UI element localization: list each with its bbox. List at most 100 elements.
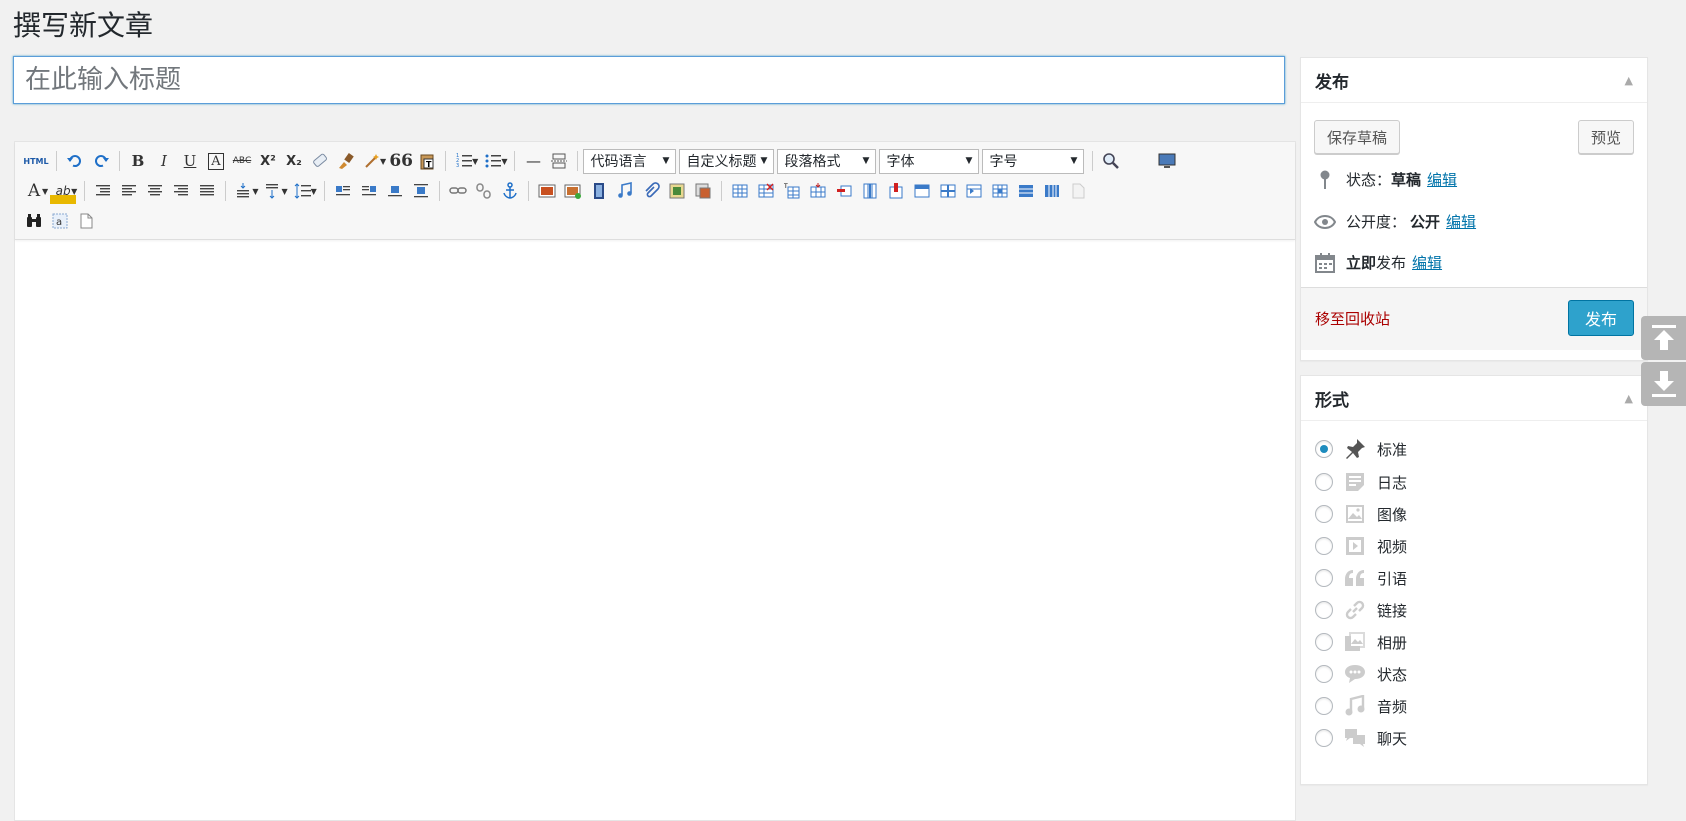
chevron-down-icon[interactable]: ▼ <box>380 157 386 166</box>
align-justify-icon[interactable] <box>194 178 220 204</box>
format-painter-icon[interactable] <box>333 148 359 174</box>
insert-music-icon[interactable] <box>612 178 638 204</box>
superscript-button[interactable]: X² <box>255 148 281 174</box>
save-draft-button[interactable]: 保存草稿 <box>1314 120 1401 154</box>
edit-status-link[interactable]: 编辑 <box>1427 169 1457 190</box>
post-format-option[interactable]: 视频 <box>1315 530 1407 562</box>
delete-table-icon[interactable] <box>753 178 779 204</box>
strikethrough-button[interactable]: ABC <box>229 148 255 174</box>
chevron-down-icon[interactable]: ▼ <box>252 187 258 196</box>
search-replace-icon[interactable] <box>1098 148 1124 174</box>
code-language-select[interactable]: 代码语言 ▼ <box>583 148 677 174</box>
link-icon[interactable] <box>445 178 471 204</box>
font-family-select[interactable]: 字体 ▼ <box>879 148 980 174</box>
paragraph-format-select[interactable]: 段落格式 ▼ <box>777 148 877 174</box>
format-radio[interactable] <box>1315 665 1333 683</box>
align-center-icon[interactable] <box>142 178 168 204</box>
merge-cells-icon[interactable] <box>909 178 935 204</box>
format-radio[interactable] <box>1315 505 1333 523</box>
pin-icon <box>1314 170 1336 190</box>
format-radio[interactable] <box>1315 697 1333 715</box>
indent-left-icon[interactable] <box>90 178 116 204</box>
toolbar-separator <box>84 181 86 201</box>
redo-icon[interactable] <box>88 148 114 174</box>
edit-schedule-link[interactable]: 编辑 <box>1412 252 1442 273</box>
post-format-option[interactable]: 日志 <box>1315 466 1407 498</box>
insert-video-icon[interactable] <box>586 178 612 204</box>
format-radio[interactable] <box>1315 537 1333 555</box>
collapse-toggle-icon[interactable]: ▲ <box>1625 392 1633 405</box>
edit-visibility-link[interactable]: 编辑 <box>1446 211 1476 232</box>
delete-row-icon[interactable] <box>831 178 857 204</box>
format-radio[interactable] <box>1315 729 1333 747</box>
collapse-toggle-icon[interactable]: ▲ <box>1625 74 1633 87</box>
fullscreen-icon[interactable] <box>1154 148 1180 174</box>
italic-button[interactable]: I <box>151 148 177 174</box>
binoculars-icon[interactable] <box>21 208 47 234</box>
insert-row-icon[interactable] <box>805 178 831 204</box>
post-format-option[interactable]: 相册 <box>1315 626 1407 658</box>
post-format-option[interactable]: 引语 <box>1315 562 1407 594</box>
format-radio[interactable] <box>1315 569 1333 587</box>
undo-icon[interactable] <box>62 148 88 174</box>
table-header-icon[interactable]: T <box>779 178 805 204</box>
char-map-icon[interactable]: a <box>47 208 73 234</box>
post-format-option[interactable]: 音频 <box>1315 690 1407 722</box>
format-radio[interactable] <box>1315 633 1333 651</box>
insert-emoticon-icon[interactable] <box>664 178 690 204</box>
scroll-to-bottom-button[interactable] <box>1641 362 1686 406</box>
format-radio[interactable] <box>1315 440 1333 458</box>
post-format-option[interactable]: 图像 <box>1315 498 1407 530</box>
align-right-icon[interactable] <box>168 178 194 204</box>
preview-button[interactable]: 预览 <box>1577 120 1634 154</box>
format-radio[interactable] <box>1315 473 1333 491</box>
bold-button[interactable]: B <box>125 148 151 174</box>
scroll-to-top-button[interactable] <box>1641 316 1686 360</box>
post-format-option[interactable]: 聊天 <box>1315 722 1407 754</box>
chevron-down-icon[interactable]: ▼ <box>281 187 287 196</box>
html-mode-button[interactable]: HTML <box>21 148 51 174</box>
page-break-icon[interactable] <box>546 148 572 174</box>
image-center-icon[interactable] <box>408 178 434 204</box>
chevron-down-icon[interactable]: ▼ <box>311 187 317 196</box>
paste-text-icon[interactable]: T <box>414 148 440 174</box>
custom-heading-select[interactable]: 自定义标题 ▼ <box>679 148 775 174</box>
unlink-icon[interactable] <box>471 178 497 204</box>
chevron-down-icon[interactable]: ▼ <box>472 157 478 166</box>
underline-button[interactable]: U <box>177 148 203 174</box>
insert-image-icon[interactable] <box>534 178 560 204</box>
subscript-button[interactable]: X₂ <box>281 148 307 174</box>
insert-column-icon[interactable] <box>857 178 883 204</box>
align-left-icon[interactable] <box>116 178 142 204</box>
table-rows-icon[interactable] <box>1013 178 1039 204</box>
image-float-right-icon[interactable] <box>356 178 382 204</box>
post-format-option[interactable]: 标准 <box>1315 432 1407 466</box>
eraser-icon[interactable] <box>307 148 333 174</box>
insert-table-icon[interactable] <box>727 178 753 204</box>
delete-column-icon[interactable] <box>883 178 909 204</box>
blockquote-button[interactable]: 66 <box>388 148 414 174</box>
chevron-down-icon[interactable]: ▼ <box>71 187 77 196</box>
image-inline-icon[interactable] <box>382 178 408 204</box>
cell-props-icon[interactable] <box>987 178 1013 204</box>
font-size-select[interactable]: 字号 ▼ <box>982 148 1085 174</box>
move-to-trash-link[interactable]: 移至回收站 <box>1315 308 1390 329</box>
table-cols-icon[interactable] <box>1039 178 1065 204</box>
chevron-down-icon[interactable]: ▼ <box>501 157 507 166</box>
format-radio[interactable] <box>1315 601 1333 619</box>
remote-image-icon[interactable] <box>690 178 716 204</box>
horizontal-rule-button[interactable]: — <box>520 148 546 174</box>
row-props-icon[interactable] <box>961 178 987 204</box>
insert-media-icon[interactable] <box>560 178 586 204</box>
attachment-icon[interactable] <box>638 178 664 204</box>
new-page-icon[interactable] <box>73 208 99 234</box>
split-cells-icon[interactable] <box>935 178 961 204</box>
publish-button[interactable]: 发布 <box>1567 300 1634 336</box>
post-title-input[interactable] <box>13 56 1285 104</box>
post-format-option[interactable]: 状态 <box>1315 658 1407 690</box>
chevron-down-icon[interactable]: ▼ <box>42 187 48 196</box>
image-float-left-icon[interactable] <box>330 178 356 204</box>
anchor-icon[interactable] <box>497 178 523 204</box>
text-border-button[interactable]: A <box>203 148 229 174</box>
post-format-option[interactable]: 链接 <box>1315 594 1407 626</box>
